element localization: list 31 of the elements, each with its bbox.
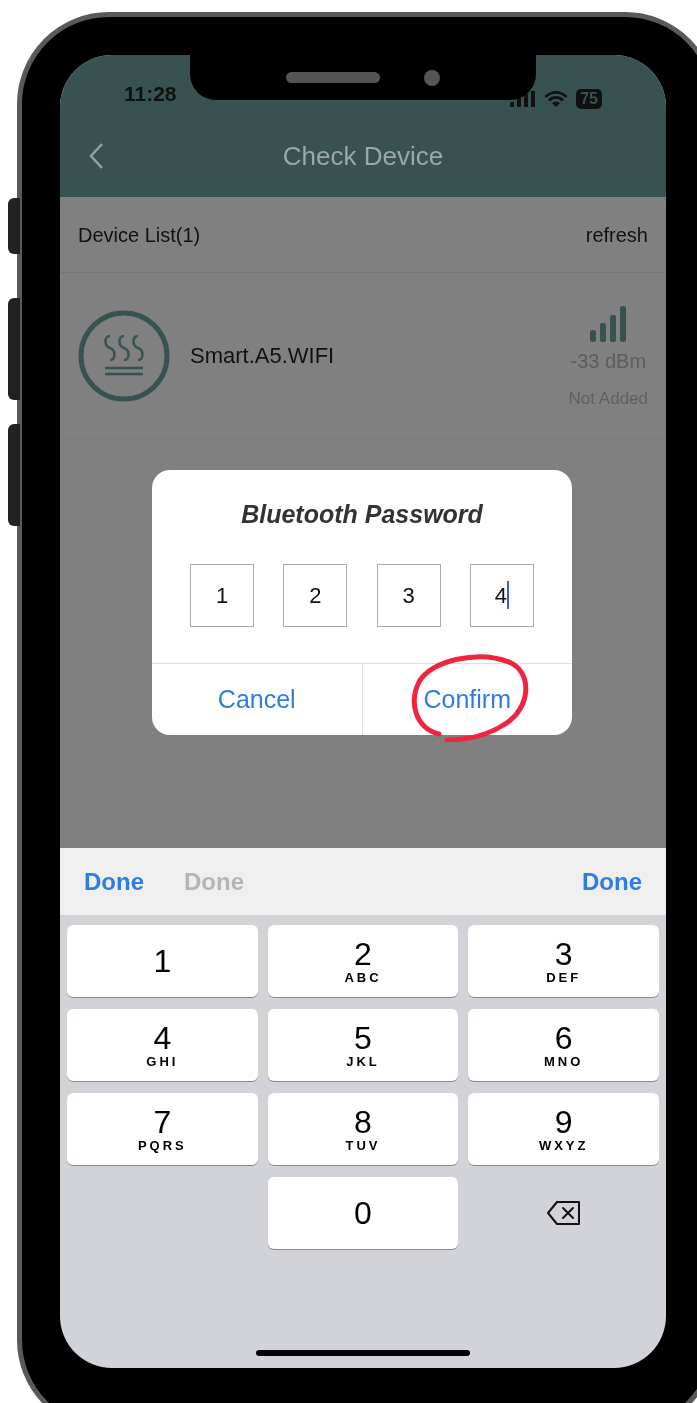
keypad-key[interactable]: 3 DEF <box>468 925 659 997</box>
keypad-key[interactable]: 4 GHI <box>67 1009 258 1081</box>
back-icon[interactable] <box>88 142 104 170</box>
signal-strength-icon <box>590 305 627 342</box>
keypad-key[interactable]: 0 <box>267 1177 459 1249</box>
battery-level: 75 <box>576 89 602 109</box>
device-name: Smart.A5.WIFI <box>190 342 336 370</box>
digit-field[interactable]: 2 <box>283 563 348 627</box>
keypad-key[interactable]: 6 MNO <box>468 1009 659 1081</box>
keypad-key[interactable]: 5 JKL <box>267 1009 459 1081</box>
list-title: Device List(1) <box>78 222 201 248</box>
digit-field[interactable]: 3 <box>376 563 441 627</box>
signal-icon <box>510 91 537 107</box>
dialog-button[interactable]: Confirm <box>417 680 517 718</box>
keypad-key[interactable]: 2 ABC <box>267 925 459 997</box>
refresh-button[interactable]: refresh <box>585 219 648 250</box>
keypad-key[interactable]: 9 WXYZ <box>468 1093 659 1165</box>
digit-field[interactable]: 4 <box>470 563 534 627</box>
backspace-icon <box>545 1200 582 1226</box>
done-button[interactable]: Done <box>582 863 642 900</box>
done-button[interactable]: Done <box>84 863 144 900</box>
keypad-key[interactable]: 7 PQRS <box>67 1093 258 1165</box>
keypad-key[interactable]: 8 TUV <box>267 1093 459 1165</box>
digit-field[interactable]: 1 <box>190 563 254 627</box>
dialog-title: Bluetooth Password <box>240 499 484 530</box>
dialog-button[interactable]: Cancel <box>211 680 302 718</box>
wifi-icon <box>544 90 569 108</box>
keypad-key[interactable]: 1 <box>67 925 258 997</box>
header-title: Check Device <box>282 139 444 173</box>
status-time: 11:28 <box>124 80 177 107</box>
heater-icon <box>78 309 170 402</box>
